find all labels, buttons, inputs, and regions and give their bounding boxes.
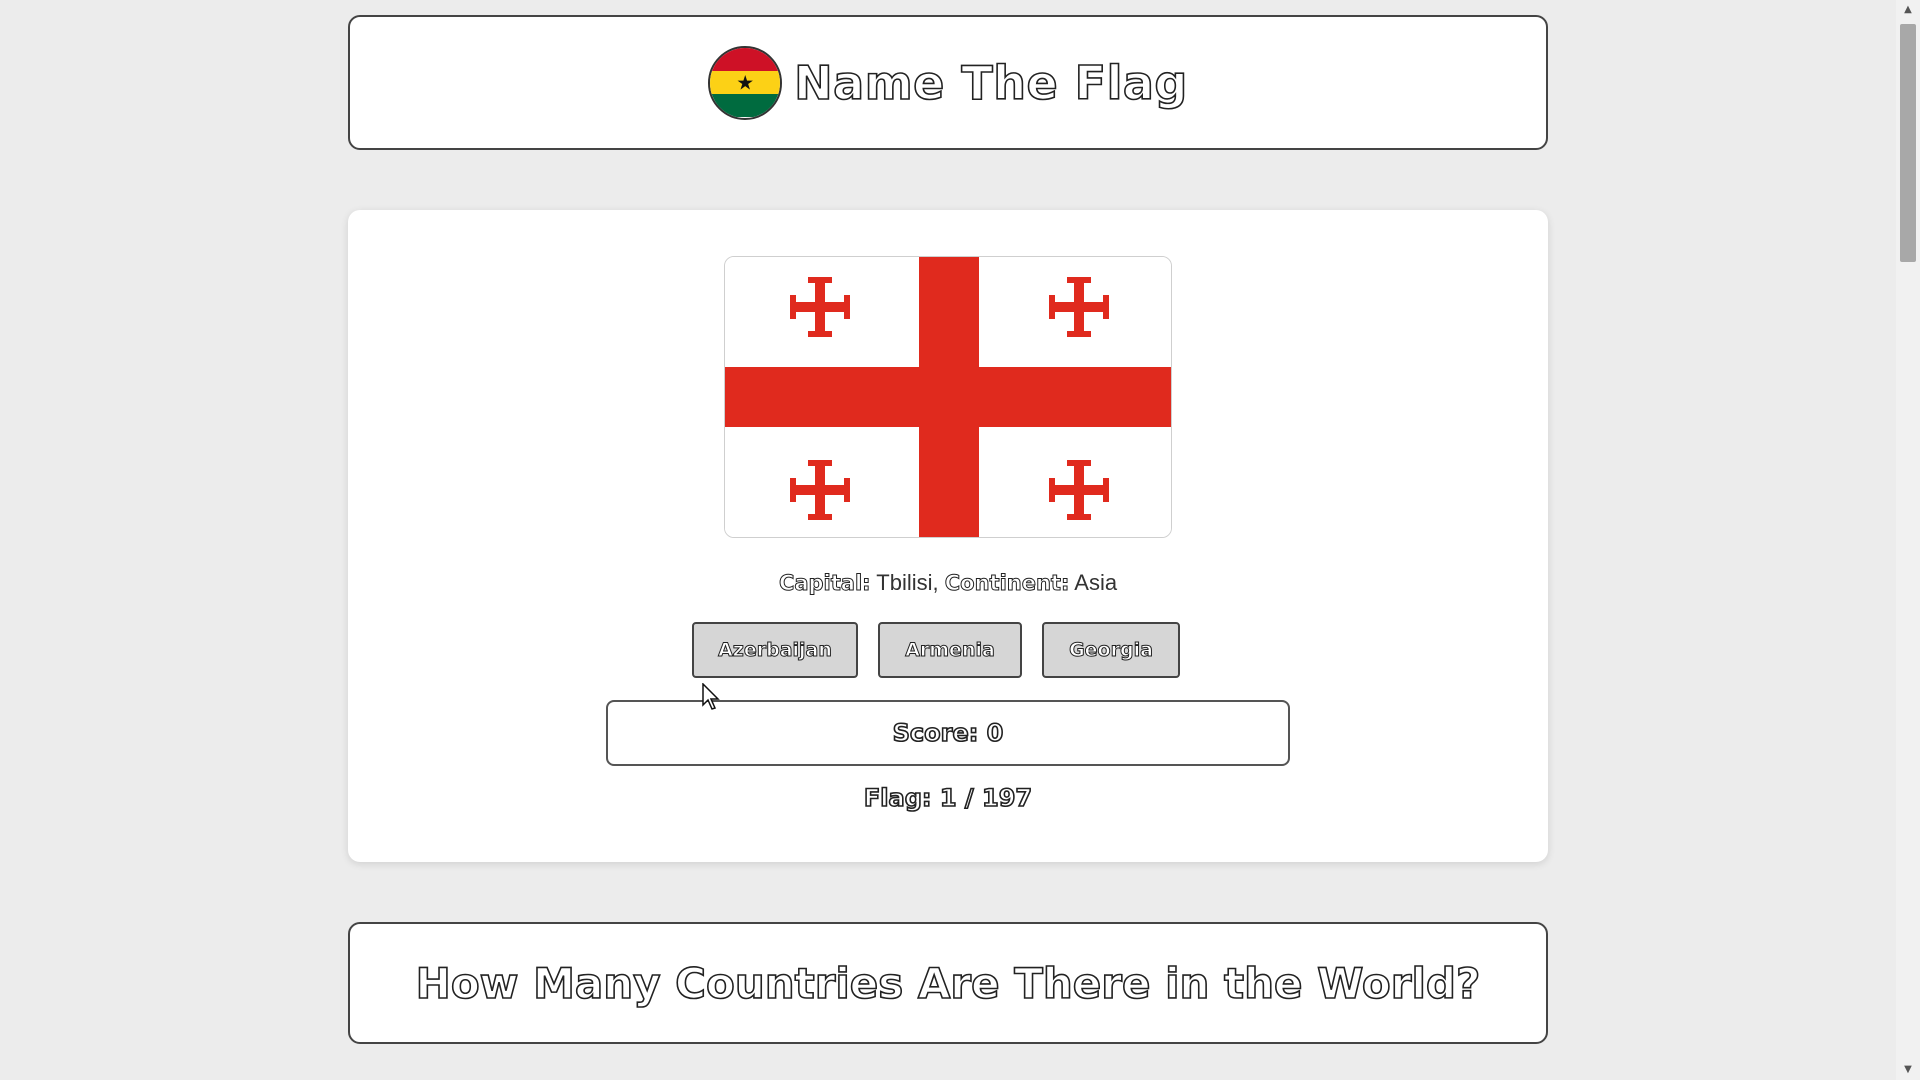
mouse-cursor-icon [702, 682, 722, 715]
scroll-up-arrow-icon[interactable]: ▲ [1896, 0, 1920, 20]
header-card: ★ Name The Flag [348, 15, 1548, 150]
option-label: Georgia [1069, 639, 1154, 662]
ghana-flag-icon: ★ [708, 45, 783, 120]
info-section-card: How Many Countries Are There in the Worl… [348, 922, 1548, 1044]
continent-value: Asia [1074, 570, 1118, 595]
flag-image [724, 256, 1172, 538]
flag-info: Capital: Tbilisi, Continent: Asia [348, 570, 1548, 596]
option-georgia-button[interactable]: Georgia [1042, 622, 1180, 678]
option-armenia-button[interactable]: Armenia [878, 622, 1022, 678]
continent-label: Continent: [944, 571, 1070, 596]
scrollbar-thumb[interactable] [1900, 24, 1916, 262]
page: ★ Name The Flag Capital: Tbilisi, Contin… [0, 0, 1920, 1080]
answer-options: Azerbaijan Armenia Georgia [348, 622, 1548, 678]
quiz-card: Capital: Tbilisi, Continent: Asia Azerba… [348, 210, 1548, 862]
option-label: Azerbaijan [718, 639, 833, 662]
vertical-scrollbar[interactable]: ▲ ▼ [1896, 0, 1920, 1080]
option-azerbaijan-button[interactable]: Azerbaijan [692, 622, 858, 678]
scroll-down-arrow-icon[interactable]: ▼ [1896, 1060, 1920, 1080]
section-heading: How Many Countries Are There in the Worl… [415, 958, 1481, 1009]
app-title: Name The Flag [793, 55, 1188, 111]
score-label: Score: 0 [892, 718, 1004, 748]
option-label: Armenia [905, 639, 996, 662]
capital-value: Tbilisi, [876, 570, 939, 595]
capital-label: Capital: [778, 571, 871, 596]
flag-progress-label: Flag: 1 / 197 [863, 783, 1033, 813]
georgia-flag-icon [725, 257, 1171, 537]
flag-progress: Flag: 1 / 197 [348, 783, 1548, 813]
